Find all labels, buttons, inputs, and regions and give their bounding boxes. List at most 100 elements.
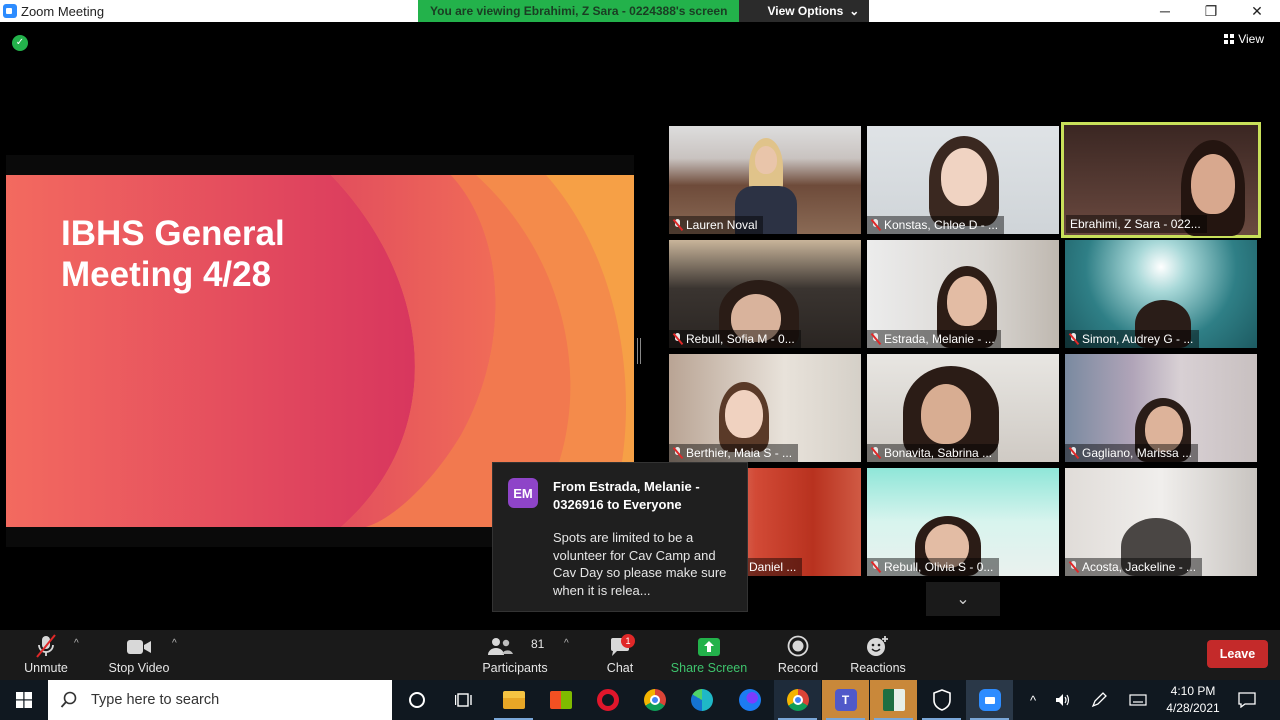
zoom-icon[interactable] [966, 680, 1013, 720]
task-view-icon[interactable] [440, 680, 487, 720]
window-title: Zoom Meeting [21, 3, 105, 19]
participant-tile[interactable]: Berthier, Maia S - ... [669, 354, 861, 462]
minimize-button[interactable]: ─ [1142, 0, 1188, 22]
grid-icon [1224, 34, 1235, 44]
defender-icon[interactable] [918, 680, 965, 720]
search-placeholder: Type here to search [91, 692, 220, 708]
muted-mic-icon [1069, 447, 1078, 459]
leave-meeting-button[interactable]: Leave [1207, 640, 1268, 668]
chevron-down-icon: ⌄ [956, 591, 970, 608]
teams-icon[interactable]: T [822, 680, 869, 720]
participant-tile[interactable]: Lauren Noval [669, 126, 861, 234]
search-icon [60, 691, 77, 708]
chat-button[interactable]: 1 Chat [600, 630, 640, 680]
participant-name: Acosta, Jackeline - ... [1082, 560, 1197, 574]
windows-taskbar: Type here to search T ^ 4:10 PM 4/28/202… [0, 680, 1280, 720]
participant-tile[interactable]: Rebull, Sofia M - 0... [669, 240, 861, 348]
muted-mic-icon [673, 447, 682, 459]
participant-tile[interactable]: Acosta, Jackeline - ... [1065, 468, 1257, 576]
excel-icon[interactable] [870, 680, 917, 720]
muted-microphone-icon [36, 634, 56, 658]
chat-sender: From Estrada, Melanie - 0326916 to Every… [553, 479, 700, 512]
chrome-icon-2[interactable] [774, 680, 821, 720]
view-layout-label: View [1238, 32, 1264, 46]
show-hidden-icons-button[interactable]: ^ [1016, 680, 1050, 720]
participant-name: Ebrahimi, Z Sara - 022... [1070, 217, 1201, 231]
chat-message-preview: Spots are limited to be a volunteer for … [553, 530, 727, 598]
screen-share-banner: You are viewing Ebrahimi, Z Sara - 02243… [418, 0, 870, 22]
gallery-next-page-button[interactable]: ⌄ [926, 582, 1000, 616]
unmute-label: Unmute [24, 661, 68, 675]
taskbar-clock[interactable]: 4:10 PM 4/28/2021 [1160, 683, 1226, 717]
participant-name: Rebull, Olivia S - 0... [884, 560, 994, 574]
participant-tile[interactable]: Estrada, Melanie - ... [867, 240, 1059, 348]
slide-title-line2: Meeting 4/28 [61, 255, 272, 294]
pen-workspace-icon[interactable] [1082, 680, 1116, 720]
participant-tile[interactable]: Simon, Audrey G - ... [1065, 240, 1257, 348]
file-explorer-icon[interactable] [490, 680, 537, 720]
participant-tile[interactable]: Konstas, Chloe D - ... [867, 126, 1059, 234]
chat-notification-popup[interactable]: EM From Estrada, Melanie - 0326916 to Ev… [492, 462, 748, 612]
chevron-down-icon: ⌄ [849, 4, 860, 18]
participant-name: Konstas, Chloe D - ... [884, 218, 999, 232]
unmute-button[interactable]: Unmute [16, 630, 76, 680]
participant-tile[interactable]: Bonavita, Sabrina ... [867, 354, 1059, 462]
reactions-label: Reactions [850, 661, 906, 675]
video-options-caret[interactable]: ^ [172, 638, 177, 649]
participants-button[interactable]: 81 Participants [478, 630, 552, 680]
start-button[interactable] [0, 680, 48, 720]
slide-title: IBHS General Meeting 4/28 [61, 213, 285, 295]
participant-name: Simon, Audrey G - ... [1082, 332, 1194, 346]
record-button[interactable]: Record [775, 630, 821, 680]
clock-time: 4:10 PM [1170, 684, 1216, 698]
participant-name: Estrada, Melanie - ... [884, 332, 995, 346]
notifications-icon[interactable] [1230, 680, 1264, 720]
participant-tile[interactable]: Gagliano, Marissa ... [1065, 354, 1257, 462]
reactions-button[interactable]: Reactions [848, 630, 908, 680]
window-titlebar: Zoom Meeting You are viewing Ebrahimi, Z… [0, 0, 1280, 22]
record-icon [787, 635, 809, 657]
opera-icon[interactable] [584, 680, 631, 720]
video-camera-icon [127, 640, 151, 654]
windows-logo-icon [16, 692, 32, 708]
volume-icon[interactable] [1046, 680, 1080, 720]
avatar: EM [508, 478, 538, 508]
encryption-shield-icon[interactable]: ✓ [12, 35, 28, 51]
muted-mic-icon [871, 447, 880, 459]
participant-tile-active-speaker[interactable]: Ebrahimi, Z Sara - 022... [1061, 122, 1261, 238]
zoom-app-icon [3, 4, 17, 18]
touch-keyboard-icon[interactable] [1121, 680, 1155, 720]
muted-mic-icon [673, 219, 682, 231]
participant-name: Berthier, Maia S - ... [686, 446, 793, 460]
participants-options-caret[interactable]: ^ [564, 638, 569, 649]
split-view-handle[interactable] [637, 338, 641, 364]
view-options-button[interactable]: View Options ⌄ [739, 0, 870, 22]
record-label: Record [777, 661, 819, 675]
cortana-icon[interactable] [393, 680, 440, 720]
slide-title-line1: IBHS General [61, 214, 285, 253]
chat-label: Chat [606, 661, 634, 675]
edge-icon[interactable] [678, 680, 725, 720]
close-button[interactable]: ✕ [1234, 0, 1280, 22]
window-controls: ─ ❐ ✕ [1142, 0, 1280, 22]
store-icon[interactable] [537, 680, 584, 720]
view-layout-button[interactable]: View [1224, 32, 1264, 46]
maximize-button[interactable]: ❐ [1188, 0, 1234, 22]
muted-mic-icon [1069, 333, 1078, 345]
chat-bubble-icon: 1 [609, 634, 635, 657]
participant-tile[interactable]: Rebull, Olivia S - 0... [867, 468, 1059, 576]
firefox-icon[interactable] [726, 680, 773, 720]
muted-mic-icon [673, 333, 682, 345]
chat-unread-badge: 1 [621, 634, 635, 648]
share-screen-button[interactable]: Share Screen [670, 630, 748, 680]
muted-mic-icon [871, 561, 880, 573]
audio-options-caret[interactable]: ^ [74, 638, 79, 649]
stop-video-button[interactable]: Stop Video [104, 630, 174, 680]
chrome-icon[interactable] [631, 680, 678, 720]
participant-name: Lauren Noval [686, 218, 758, 232]
muted-mic-icon [871, 219, 880, 231]
participant-name: Rebull, Sofia M - 0... [686, 332, 795, 346]
taskbar-search-box[interactable]: Type here to search [48, 680, 392, 720]
participant-name: Bonavita, Sabrina ... [884, 446, 993, 460]
stop-video-label: Stop Video [108, 661, 170, 675]
